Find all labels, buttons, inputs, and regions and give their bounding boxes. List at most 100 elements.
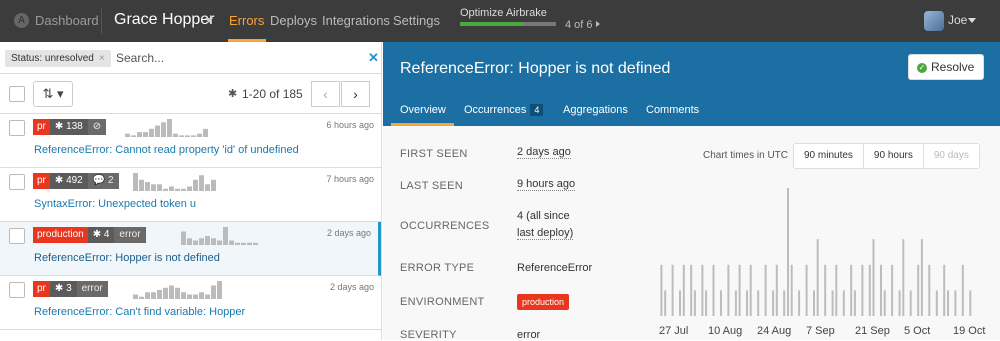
sparkline-bar (139, 179, 144, 191)
list-toolbar: ⇅ ▾ ✱ 1-20 of 185 ‹ › (0, 74, 381, 114)
prev-page-button[interactable]: ‹ (311, 81, 340, 107)
tab-aggregations[interactable]: Aggregations (563, 104, 628, 116)
error-row[interactable]: pr ✱ 492 💬 2 7 hours ago SyntaxError: Unexpe… (0, 168, 381, 222)
chart-bar (902, 239, 905, 316)
clear-search-icon[interactable]: ✕ (368, 50, 379, 66)
top-navbar: A Dashboard Grace Hopper Errors Deploys … (0, 0, 1000, 42)
x-tick-label: 21 Sep (855, 325, 890, 337)
nav-settings[interactable]: Settings (393, 13, 440, 28)
sparkline-bar (217, 240, 222, 245)
chevron-right-icon[interactable] (596, 21, 600, 27)
error-title-link[interactable]: ReferenceError: Cannot read property 'id… (34, 144, 299, 156)
row-checkbox[interactable] (9, 120, 25, 136)
chart-bar (835, 264, 838, 316)
sparkline-bar (167, 119, 172, 137)
chart-bar (920, 239, 923, 316)
sparkline-bar (193, 179, 198, 191)
chevron-down-icon[interactable] (205, 18, 213, 23)
chart-bar (690, 264, 693, 316)
occurrences-label: OCCURRENCES (400, 220, 490, 232)
occurrence-count-tag: ✱ 3 (49, 281, 77, 297)
sparkline-bar (185, 135, 190, 137)
chart-bar (969, 290, 972, 316)
chart-bar (679, 290, 681, 316)
status-filter-label: Status: unresolved (11, 53, 94, 64)
error-tags: pr ✱ 138 ⊘ (33, 119, 107, 135)
sparkline-bar (133, 173, 138, 191)
sparkline-bar (193, 240, 198, 245)
error-title-link[interactable]: SyntaxError: Unexpected token u (34, 198, 196, 210)
nav-errors[interactable]: Errors (229, 13, 264, 28)
resolve-button[interactable]: ✓ Resolve (908, 54, 984, 80)
avatar[interactable] (924, 11, 944, 31)
last-seen-value[interactable]: 9 hours ago (517, 178, 576, 191)
chart-bar (891, 264, 894, 316)
sparkline-bar (199, 238, 204, 245)
chart-bar (805, 264, 808, 316)
chart-bar (868, 264, 871, 316)
row-checkbox[interactable] (9, 282, 25, 298)
occurrence-count-tag: ✱ 4 (87, 227, 115, 243)
sparkline-bar (181, 188, 186, 191)
range-90-hours-button[interactable]: 90 hours (863, 144, 924, 168)
row-checkbox[interactable] (9, 174, 25, 190)
environment-label: ENVIRONMENT (400, 296, 485, 308)
dashboard-link[interactable]: Dashboard (35, 13, 99, 28)
error-row[interactable]: pr ✱ 3 error 2 days ago ReferenceError: Can'… (0, 276, 381, 330)
error-row[interactable]: pr ✱ 138 ⊘ 6 hours ago ReferenceError: Canno… (0, 114, 381, 168)
error-tags: production ✱ 4 error (33, 227, 146, 243)
sparkline-bar (211, 179, 216, 191)
optimize-label[interactable]: Optimize Airbrake (460, 7, 547, 19)
range-90-minutes-button[interactable]: 90 minutes (794, 144, 864, 168)
row-checkbox[interactable] (9, 228, 25, 244)
occurrences-value: 4 (all since (517, 210, 570, 222)
severity-value: error (517, 329, 541, 341)
error-title-link[interactable]: ReferenceError: Hopper is not defined (34, 252, 220, 264)
chart-bar (720, 290, 722, 316)
tab-overview[interactable]: Overview (400, 104, 446, 116)
first-seen-value[interactable]: 2 days ago (517, 146, 571, 159)
tab-comments[interactable]: Comments (646, 104, 699, 116)
sparkline-bar (175, 188, 180, 191)
sparkline-bar (155, 125, 160, 137)
sparkline-bar (187, 238, 192, 245)
sparkline-bar (145, 182, 150, 191)
sparkline-bar (163, 188, 168, 191)
error-title-link[interactable]: ReferenceError: Can't find variable: Hop… (34, 306, 245, 318)
airbrake-logo-icon[interactable]: A (14, 13, 29, 28)
tab-occurrences[interactable]: Occurrences 4 (464, 104, 544, 116)
sparkline-bar (187, 294, 192, 299)
search-input[interactable] (116, 49, 356, 67)
select-all-checkbox[interactable] (9, 86, 25, 102)
x-tick-label: 19 Oct (953, 325, 985, 337)
user-menu[interactable]: Joe (948, 13, 967, 27)
nav-integrations[interactable]: Integrations (322, 13, 390, 28)
x-tick-label: 10 Aug (708, 325, 742, 337)
x-tick-label: 24 Aug (757, 325, 791, 337)
sort-button[interactable]: ⇅ ▾ (33, 81, 73, 107)
chart-bar (816, 239, 819, 316)
chevron-down-icon[interactable] (968, 18, 976, 23)
detail-header: ReferenceError: Hopper is not defined ✓ R… (383, 42, 1000, 126)
nav-deploys[interactable]: Deploys (270, 13, 317, 28)
result-count: 1-20 of 185 (242, 87, 303, 101)
sparkline-bar (247, 242, 252, 245)
sparkline-bar (191, 135, 196, 137)
error-tags: pr ✱ 3 error (33, 281, 108, 297)
occurrence-count-tag: ✱ 138 (49, 119, 88, 135)
project-switcher[interactable]: Grace Hopper (114, 11, 215, 29)
next-page-button[interactable]: › (341, 81, 370, 107)
range-90-days-button[interactable]: 90 days (923, 144, 979, 168)
remove-filter-icon[interactable]: × (99, 53, 105, 64)
optimize-step[interactable]: 4 of 6 (565, 19, 593, 31)
sparkline-bar (145, 292, 150, 299)
status-filter-chip[interactable]: Status: unresolved × (5, 50, 111, 67)
sparkline-bar (151, 292, 156, 299)
resolve-label: Resolve (931, 60, 975, 74)
occurrences-since[interactable]: last deploy) (517, 227, 574, 240)
sparkline-bar (143, 132, 148, 137)
sparkline-bar (197, 133, 202, 137)
occurrence-count-tag: ✱ 492 (49, 173, 88, 189)
sparkline-bar (169, 186, 174, 191)
error-row[interactable]: production ✱ 4 error 2 days ago ReferenceErr… (0, 222, 381, 276)
